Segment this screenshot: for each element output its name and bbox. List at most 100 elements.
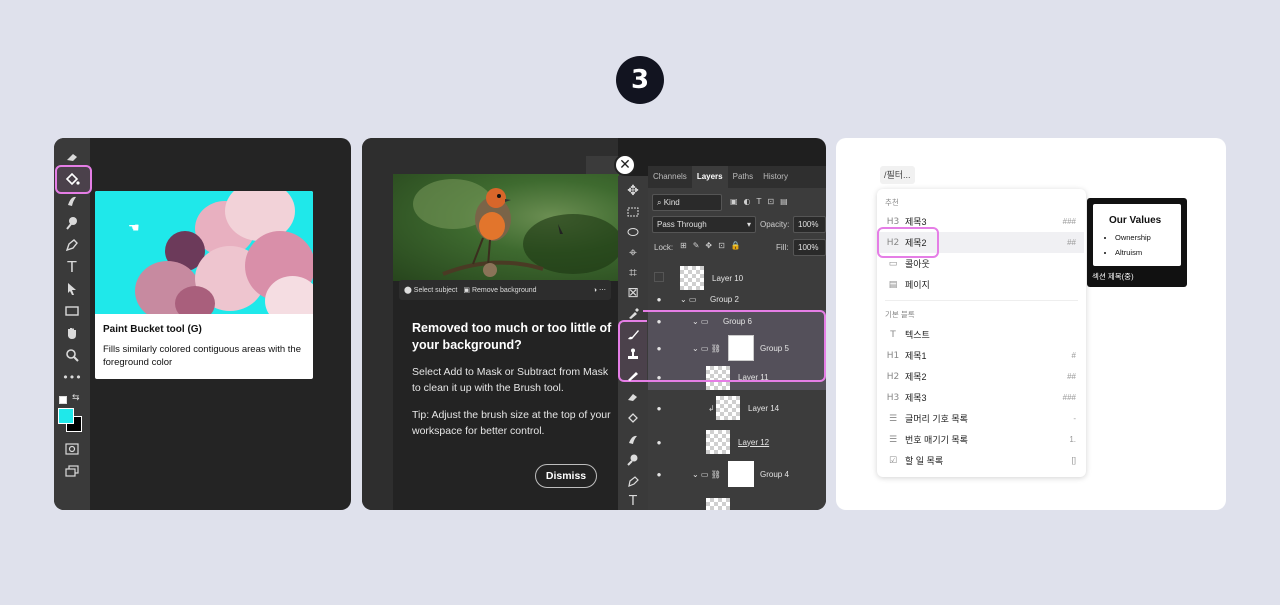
heading3-icon: H3 [886, 216, 900, 227]
preview-card: Our Values Ownership Altruism [1093, 204, 1181, 266]
block-preview: Our Values Ownership Altruism 섹션 제목(중) [1087, 198, 1187, 287]
remove-background-button[interactable]: ▣ Remove background [463, 286, 536, 294]
layer-row[interactable]: ● ⌄ ▭ ⛓ Group 4 [648, 458, 826, 490]
callout-icon: ▭ [888, 258, 898, 269]
layer-name: Group 2 [710, 294, 739, 304]
folder-icon: ⌄ ▭ [680, 294, 697, 304]
menu-item-shortcut: - [1073, 414, 1076, 423]
page-icon: ▤ [888, 279, 898, 290]
coachmark-body: Select Add to Mask or Subtract from Mask… [412, 366, 609, 394]
default-colors-icon[interactable] [59, 396, 67, 404]
lock-icons[interactable]: ⊞✎✥⊡🔒 [680, 241, 747, 250]
smudge-icon-2[interactable] [618, 428, 648, 450]
menu-item-shortcut: 1. [1069, 435, 1076, 444]
opacity-field[interactable]: 100% [793, 216, 826, 233]
crop-icon[interactable]: ⌗ [618, 262, 648, 284]
layer-row[interactable]: ● Layer 12 [648, 426, 826, 458]
menu-item-label: 제목1 [905, 351, 927, 361]
coachmark-title: Removed too much or too little of your b… [412, 321, 612, 352]
paint-bucket-icon-2[interactable] [618, 407, 648, 429]
filter-icons[interactable]: ▣◐T⊡▤ [730, 197, 794, 206]
close-icon[interactable]: ✕ [614, 154, 636, 176]
lasso-icon[interactable] [618, 222, 648, 244]
layer-name: Layer 10 [712, 273, 744, 283]
layers-panel: Channels Layers Paths History ⌕ Kind ▣◐T… [643, 166, 826, 510]
frame-icon[interactable]: ⊠ [618, 282, 648, 304]
paint-bucket-tooltip: ☚ Paint Bucket tool (G) Fills similarly … [95, 191, 313, 379]
layer-name: Group 4 [760, 469, 789, 479]
menu-item-heading2[interactable]: H2 제목2 ## [879, 366, 1084, 387]
select-subject-button[interactable]: ⬤ Select subject [404, 286, 457, 294]
foreground-color-swatch[interactable] [58, 408, 74, 424]
heading3-icon: H3 [886, 392, 900, 403]
hand-icon[interactable] [54, 322, 90, 344]
checkbox-list-icon: ☑ [888, 455, 898, 466]
eye-icon[interactable]: ● [653, 438, 665, 447]
photoshop-layers-panel: ⬤ Select subject ▣ Remove background ◑ ⋯… [362, 138, 826, 510]
menu-item-todo-list[interactable]: ☑ 할 일 목록 [] [879, 450, 1084, 471]
menu-item-shortcut: ### [1062, 393, 1076, 402]
path-selection-icon[interactable] [54, 278, 90, 300]
menu-item-heading1[interactable]: H1 제목1 # [879, 345, 1084, 366]
clip-arrow-icon: ↲ [708, 403, 715, 413]
menu-item-label: 콜아웃 [905, 259, 930, 269]
layer-row[interactable]: ● ⌄ ▭ Group 2 [648, 288, 826, 310]
eraser-icon-2[interactable] [618, 386, 648, 408]
dodge-icon-2[interactable] [618, 449, 648, 471]
type-icon[interactable]: T [54, 256, 90, 278]
visibility-off-box[interactable] [654, 272, 664, 282]
object-select-icon[interactable]: ⌖ [618, 242, 648, 264]
menu-item-text[interactable]: T 텍스트 [879, 324, 1084, 345]
pen-icon[interactable] [54, 234, 90, 256]
menu-item-bulleted-list[interactable]: ☰ 글머리 기호 목록 - [879, 408, 1084, 429]
eye-icon[interactable]: ● [653, 404, 665, 413]
kind-filter-select[interactable]: ⌕ Kind [652, 194, 722, 211]
preview-list-item: Altruism [1115, 245, 1151, 260]
blend-mode-select[interactable]: Pass Through ▾ [652, 216, 756, 233]
heading2-icon: H2 [886, 371, 900, 382]
preview-list-item: Ownership [1115, 230, 1151, 245]
menu-item-numbered-list[interactable]: ☰ 번호 매기기 목록 1. [879, 429, 1084, 450]
menu-item-heading3[interactable]: H3 제목3 ### [879, 387, 1084, 408]
mask-thumbnail[interactable] [728, 461, 754, 487]
zoom-icon[interactable] [54, 344, 90, 366]
tab-paths[interactable]: Paths [728, 166, 758, 188]
pen-icon-2[interactable] [618, 470, 648, 492]
menu-item-label: 제목3 [905, 393, 927, 403]
menu-item-page[interactable]: ▤ 페이지 [879, 274, 1084, 295]
paint-bucket-icon[interactable] [54, 168, 90, 190]
tab-channels[interactable]: Channels [648, 166, 692, 188]
fill-field[interactable]: 100% [793, 239, 826, 256]
dodge-icon[interactable] [54, 212, 90, 234]
swap-colors-icon[interactable]: ⇆ [72, 393, 80, 403]
menu-item-shortcut: ## [1067, 238, 1076, 247]
smudge-icon[interactable] [54, 190, 90, 212]
step-badge: 3 [616, 56, 664, 104]
eye-icon[interactable]: ● [653, 470, 665, 479]
layer-thumbnail [706, 430, 730, 454]
tab-history[interactable]: History [758, 166, 793, 188]
rectangle-icon[interactable] [54, 300, 90, 322]
menu-item-label: 번호 매기기 목록 [905, 435, 968, 445]
move-icon[interactable]: ✥ [618, 180, 648, 202]
dismiss-button[interactable]: Dismiss [535, 464, 597, 488]
tab-layers[interactable]: Layers [691, 166, 728, 188]
quick-mask-icon[interactable] [54, 438, 90, 460]
more-tools-icon[interactable]: ••• [54, 366, 90, 388]
folder-link-icon: ⌄ ▭ ⛓ [692, 469, 721, 479]
block-menu-panel: /필터... 추천 H3 제목3 ### H2 제목2 ## ▭ 콜아웃 ▤ 페… [836, 138, 1226, 510]
coachmark-tip: Tip: Adjust the brush size at the top of… [412, 409, 611, 437]
marquee-icon[interactable] [618, 201, 648, 223]
menu-item-shortcut: ## [1067, 372, 1076, 381]
fill-label: Fill: [776, 243, 789, 252]
remove-background-coachmark: ⬤ Select subject ▣ Remove background ◑ ⋯… [393, 174, 619, 510]
filter-input[interactable]: /필터... [880, 166, 915, 184]
type-icon-2[interactable]: T [618, 490, 648, 510]
menu-item-label: 글머리 기호 목록 [905, 414, 968, 424]
layer-thumbnail [716, 396, 740, 420]
screen-mode-icon[interactable] [54, 460, 90, 482]
layer-row[interactable]: ● ↲ Layer 14 [648, 392, 826, 424]
more-options-icon[interactable]: ◑ ⋯ [593, 286, 606, 294]
eye-icon[interactable]: ● [653, 295, 665, 304]
cursor-icon: ☚ [128, 221, 140, 236]
